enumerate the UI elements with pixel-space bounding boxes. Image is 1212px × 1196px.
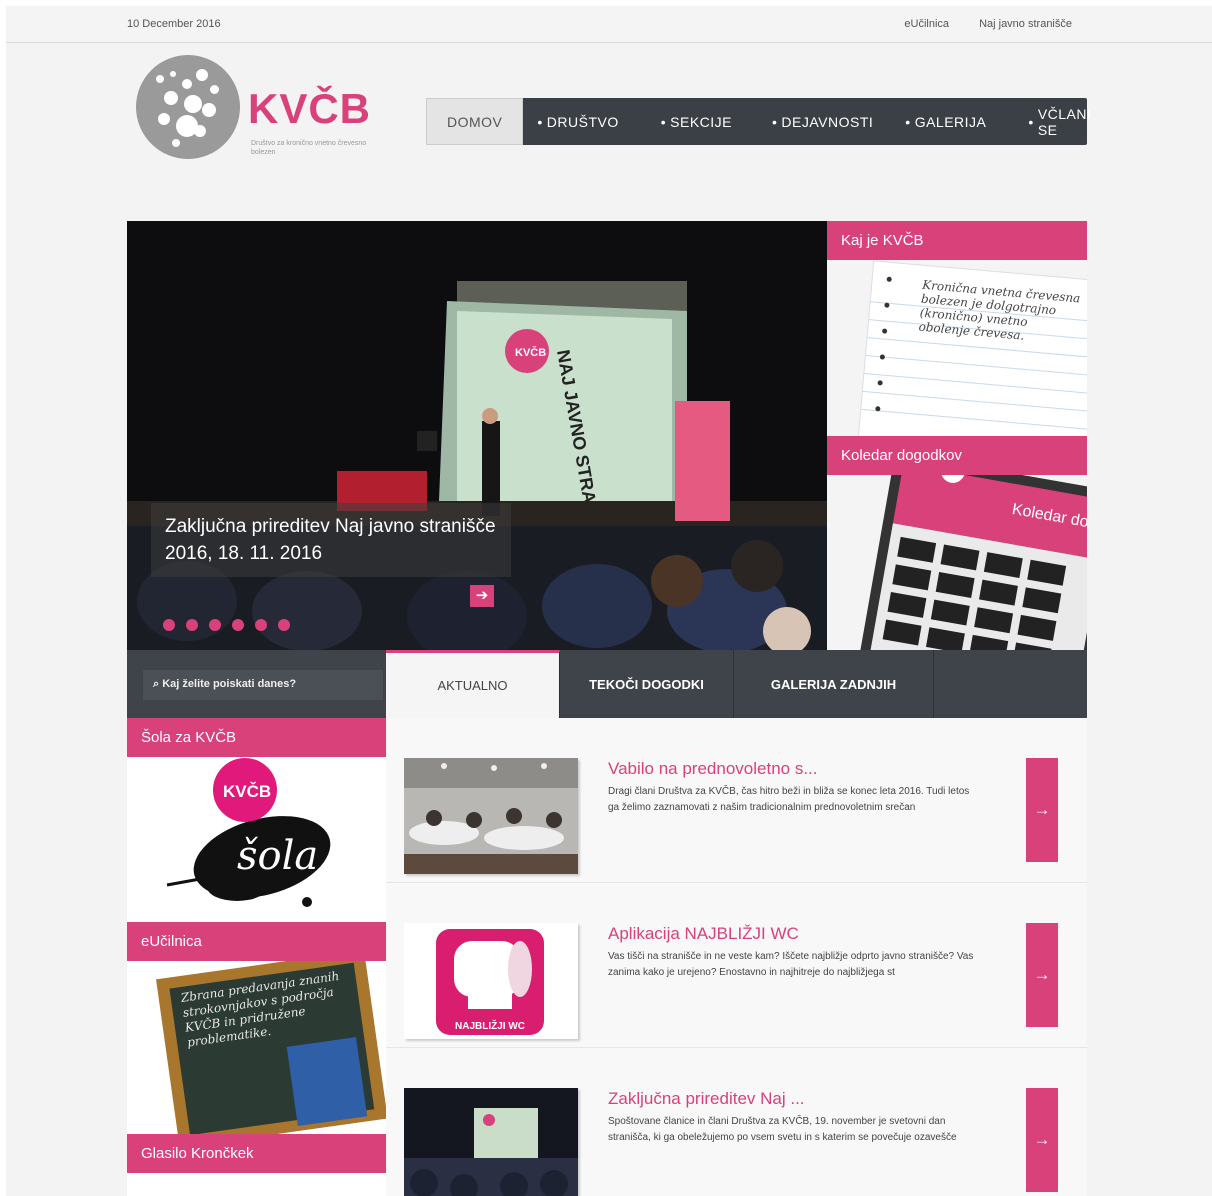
party-photo — [404, 758, 578, 874]
calendar-icon[interactable]: Koledar dogodkov — [827, 475, 1087, 651]
right-sidebar: Kaj je KVČB Kronična vnetna črevesna bol… — [827, 221, 1087, 651]
news-thumbnail[interactable] — [404, 1088, 578, 1196]
news-item: Zaključna prireditev Naj ... Spoštovane … — [386, 1048, 1087, 1196]
news-thumbnail[interactable] — [404, 758, 578, 874]
slide-dot[interactable] — [278, 619, 290, 631]
arrow-right-icon: ➔ — [475, 587, 489, 604]
news-excerpt: Spoštovane članice in člani Društva za K… — [608, 1116, 957, 1143]
stage-banner-badge: KVČB — [515, 346, 546, 359]
news-read-more-button[interactable]: → — [1026, 923, 1058, 1027]
glasilo-heading[interactable]: Glasilo Krončkek — [127, 1134, 386, 1173]
main-navigation: DOMOV • DRUŠTVO • SEKCIJE • DEJAVNOSTI • GAL… — [426, 98, 1091, 145]
slide-dot[interactable] — [255, 619, 267, 631]
logo-brand-text: KVČB — [248, 85, 372, 132]
sola-badge: KVČB — [223, 782, 271, 801]
eucilnica-board[interactable]: Zbrana predavanja znanih strokovnjakov s… — [127, 961, 386, 1134]
toilet-roll-icon: NAJBLIŽJI WC — [436, 929, 544, 1035]
sola-za-kvcb-heading[interactable]: Šola za KVČB — [127, 718, 386, 757]
kaj-je-kvcb-note[interactable]: Kronična vnetna črevesna bolezen je dolg… — [827, 260, 1087, 436]
calendar-illustration: Koledar dogodkov — [857, 475, 1087, 651]
search-icon: ⌕ — [153, 678, 163, 690]
top-link-naj-javno-stranisce[interactable]: Naj javno stranišče — [979, 18, 1072, 30]
notebook-paper: Kronična vnetna črevesna bolezen je dolg… — [857, 260, 1087, 436]
kaj-je-kvcb-heading[interactable]: Kaj je KVČB — [827, 221, 1087, 260]
sola-word: šola — [237, 833, 318, 879]
news-item: Vabilo na prednovoletno s... Dragi člani… — [386, 718, 1087, 883]
logo-tagline: Društvo za kronično vnetno črevesno bole… — [251, 140, 367, 156]
current-date: 10 December 2016 — [127, 18, 221, 30]
news-item: NAJBLIŽJI WC Aplikacija NAJBLIŽJI WC Vas… — [386, 883, 1087, 1048]
page-body: KVČB Društvo za kronično vnetno črevesno… — [6, 43, 1212, 1196]
arrow-right-icon: → — [1033, 965, 1051, 984]
slide-dot[interactable] — [163, 619, 175, 631]
search-placeholder: Kaj želite poiskati danes? — [162, 678, 297, 690]
nav-label: VČLANI SE — [1037, 105, 1092, 138]
left-sidebar: Šola za KVČB KVČB šola eUčilnica Zbrana … — [127, 718, 386, 1196]
koledar-dogodkov-heading[interactable]: Koledar dogodkov — [827, 436, 1087, 475]
news-title[interactable]: Aplikacija NAJBLIŽJI WC — [608, 924, 799, 944]
bullet-icon: • — [1028, 113, 1034, 130]
news-list: Vabilo na prednovoletno s... Dragi člani… — [386, 718, 1087, 1196]
eucilnica-heading[interactable]: eUčilnica — [127, 922, 386, 961]
sola-banner[interactable]: KVČB šola — [127, 757, 386, 922]
sola-illustration: KVČB šola — [166, 758, 331, 907]
kaj-je-kvcb-text: Kronična vnetna črevesna bolezen je dolg… — [918, 277, 1081, 343]
arrow-right-icon: → — [1033, 1130, 1051, 1149]
nav-item-vclani-se[interactable]: • VČLANI SE — [1000, 98, 1105, 145]
news-read-more-button[interactable]: → — [1026, 758, 1058, 862]
bullet-icon: • — [660, 113, 667, 130]
tab-tekoci-dogodki[interactable]: TEKOČI DOGODKI — [560, 650, 734, 718]
bullet-icon: • — [537, 113, 543, 130]
news-title[interactable]: Zaključna prireditev Naj ... — [608, 1089, 805, 1109]
nav-label: GALERIJA — [914, 113, 987, 130]
stage-photo — [404, 1088, 578, 1196]
search-input[interactable]: ⌕ Kaj želite poiskati danes? — [143, 670, 383, 700]
slide-dot[interactable] — [186, 619, 198, 631]
hero-read-more-button[interactable]: ➔ — [470, 585, 494, 607]
nav-item-galerija[interactable]: • GALERIJA — [887, 98, 1000, 145]
news-excerpt: Vas tišči na stranišče in ne veste kam? … — [608, 951, 974, 978]
news-tabs: AKTUALNO TEKOČI DOGODKI GALERIJA ZADNJIH — [386, 650, 1087, 718]
nav-label: DOMOV — [447, 113, 503, 130]
logo-mark-icon — [136, 55, 240, 159]
nav-label: DRUŠTVO — [546, 113, 619, 130]
bullet-icon: • — [772, 113, 778, 130]
app-label: NAJBLIŽJI WC — [455, 1019, 525, 1032]
slide-dot[interactable] — [209, 619, 221, 631]
news-thumbnail[interactable]: NAJBLIŽJI WC — [404, 923, 578, 1039]
hero-pagination — [163, 619, 290, 631]
top-links: eUčilnica Naj javno stranišče — [904, 18, 1072, 30]
nav-item-dejavnosti[interactable]: • DEJAVNOSTI — [746, 98, 887, 145]
nav-label: SEKCIJE — [670, 113, 733, 130]
hero-slider[interactable]: KVČB NAJ JAVNO STRANIŠČE Zaključna prire… — [127, 221, 827, 650]
news-excerpt: Dragi člani Društva za KVČB, čas hitro b… — [608, 786, 970, 813]
nav-item-domov[interactable]: DOMOV — [426, 98, 524, 145]
top-link-eucilnica[interactable]: eUčilnica — [904, 18, 949, 30]
news-title[interactable]: Vabilo na prednovoletno s... — [608, 759, 818, 779]
nav-label: DEJAVNOSTI — [781, 113, 874, 130]
nav-item-sekcije[interactable]: • SEKCIJE — [633, 98, 746, 145]
chalkboard-illustration: Zbrana predavanja znanih strokovnjakov s… — [156, 961, 386, 1134]
nav-item-drustvo[interactable]: • DRUŠTVO — [523, 98, 632, 145]
arrow-right-icon: → — [1033, 800, 1051, 819]
search-bar: ⌕ Kaj želite poiskati danes? — [127, 650, 386, 718]
top-bar: 10 December 2016 eUčilnica Naj javno str… — [6, 6, 1212, 43]
bullet-icon: • — [905, 113, 911, 130]
site-logo[interactable]: KVČB Društvo za kronično vnetno črevesno… — [136, 55, 376, 165]
news-read-more-button[interactable]: → — [1026, 1088, 1058, 1192]
slide-dot[interactable] — [232, 619, 244, 631]
hero-caption: Zaključna prireditev Naj javno stranišče… — [151, 503, 511, 577]
tab-aktualno[interactable]: AKTUALNO — [386, 650, 560, 718]
tab-galerija-zadnjih[interactable]: GALERIJA ZADNJIH — [734, 650, 934, 718]
